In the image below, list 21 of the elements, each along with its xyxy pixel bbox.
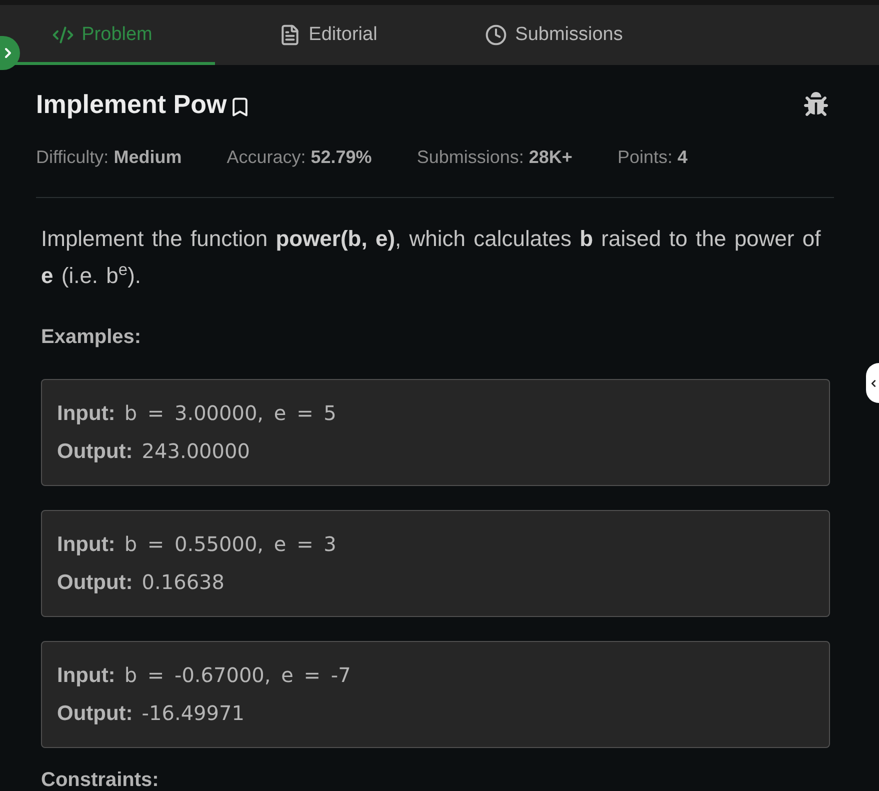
- example-input-text: Input: b = 3.00000, e = 5: [57, 400, 336, 428]
- bug-icon[interactable]: [804, 92, 828, 116]
- example-output-text: Output: 243.00000: [57, 438, 250, 466]
- meta-item: Difficulty: Medium: [36, 146, 182, 169]
- problem-title: Implement Pow: [36, 88, 227, 120]
- clock-icon: [485, 24, 508, 46]
- example-output-text: Output: 0.16638: [57, 569, 225, 596]
- example-input-text: Input: b = 0.55000, e = 3: [57, 531, 336, 558]
- tab[interactable]: Editorial: [215, 5, 441, 65]
- code-icon: [52, 24, 74, 46]
- example-output-text: Output: -16.49971: [57, 700, 244, 728]
- examples-heading: Examples:: [41, 325, 142, 350]
- collapse-panel-button[interactable]: [866, 363, 879, 403]
- document-icon: [278, 24, 301, 46]
- constraints-heading: Constraints:: [41, 770, 160, 790]
- tab[interactable]: Submissions: [441, 5, 667, 65]
- meta-item: Submissions: 28K+: [416, 146, 572, 169]
- meta-item: Points: 4: [617, 146, 688, 169]
- meta-item: Accuracy: 52.79%: [226, 146, 372, 169]
- example-input-text: Input: b = -0.67000, e = -7: [57, 662, 351, 690]
- problem-description: Implement the function power(b, e), which calculates b raised to the power of e (i.e. b$^{e}$).: [41, 225, 822, 290]
